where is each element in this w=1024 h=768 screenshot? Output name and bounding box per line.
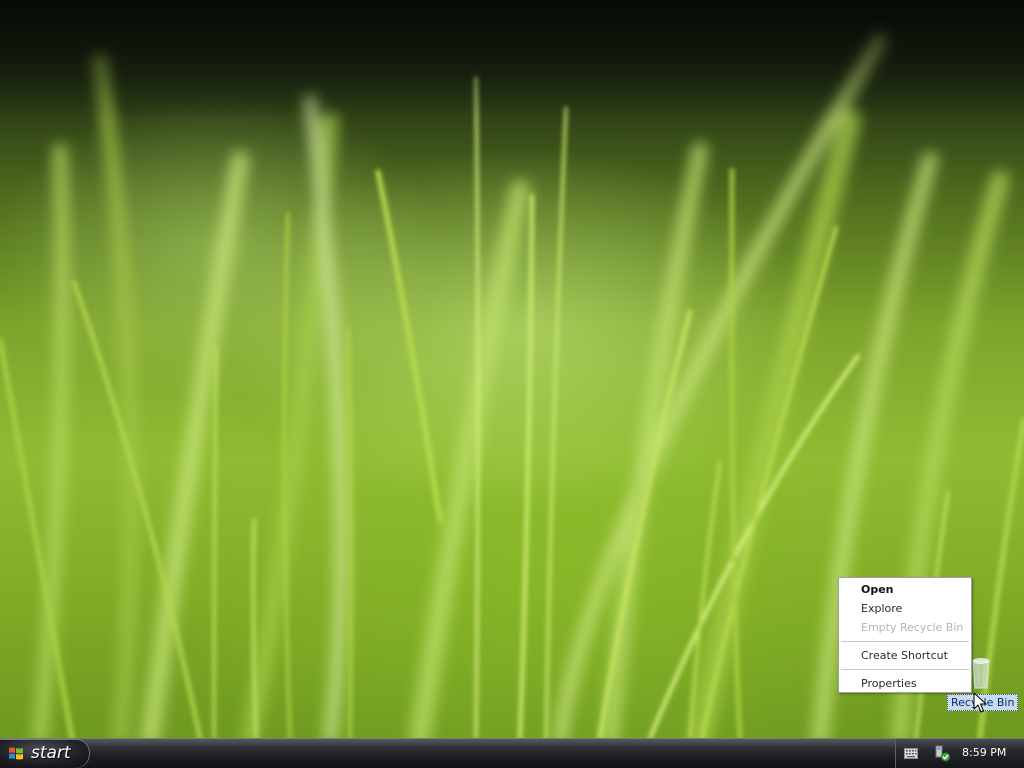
menu-item-create-shortcut[interactable]: Create Shortcut bbox=[839, 646, 971, 665]
menu-item-explore[interactable]: Explore bbox=[839, 599, 971, 618]
menu-item-open[interactable]: Open bbox=[839, 580, 971, 599]
start-label: start bbox=[31, 743, 71, 763]
recycle-bin-icon bbox=[972, 658, 990, 689]
network-icon[interactable] bbox=[933, 745, 951, 762]
menu-item-empty-recycle-bin: Empty Recycle Bin bbox=[861, 621, 964, 634]
windows-flag-icon bbox=[9, 747, 23, 760]
menu-item-properties[interactable]: Properties bbox=[839, 674, 971, 693]
desktop[interactable]: Recycle Bin Open Explore Empty Recycle B… bbox=[0, 0, 1024, 738]
context-menu: Open Explore Empty Recycle Bin Create Sh… bbox=[838, 577, 972, 693]
system-tray: 8:59 PM bbox=[895, 739, 1024, 768]
start-button[interactable]: start bbox=[0, 739, 90, 768]
menu-separator bbox=[841, 669, 969, 670]
keyboard-icon[interactable] bbox=[904, 748, 918, 759]
menu-separator bbox=[841, 641, 969, 642]
mouse-cursor-icon bbox=[973, 692, 987, 713]
clock[interactable]: 8:59 PM bbox=[962, 746, 1006, 759]
taskbar: start 8:59 PM bbox=[0, 738, 1024, 768]
